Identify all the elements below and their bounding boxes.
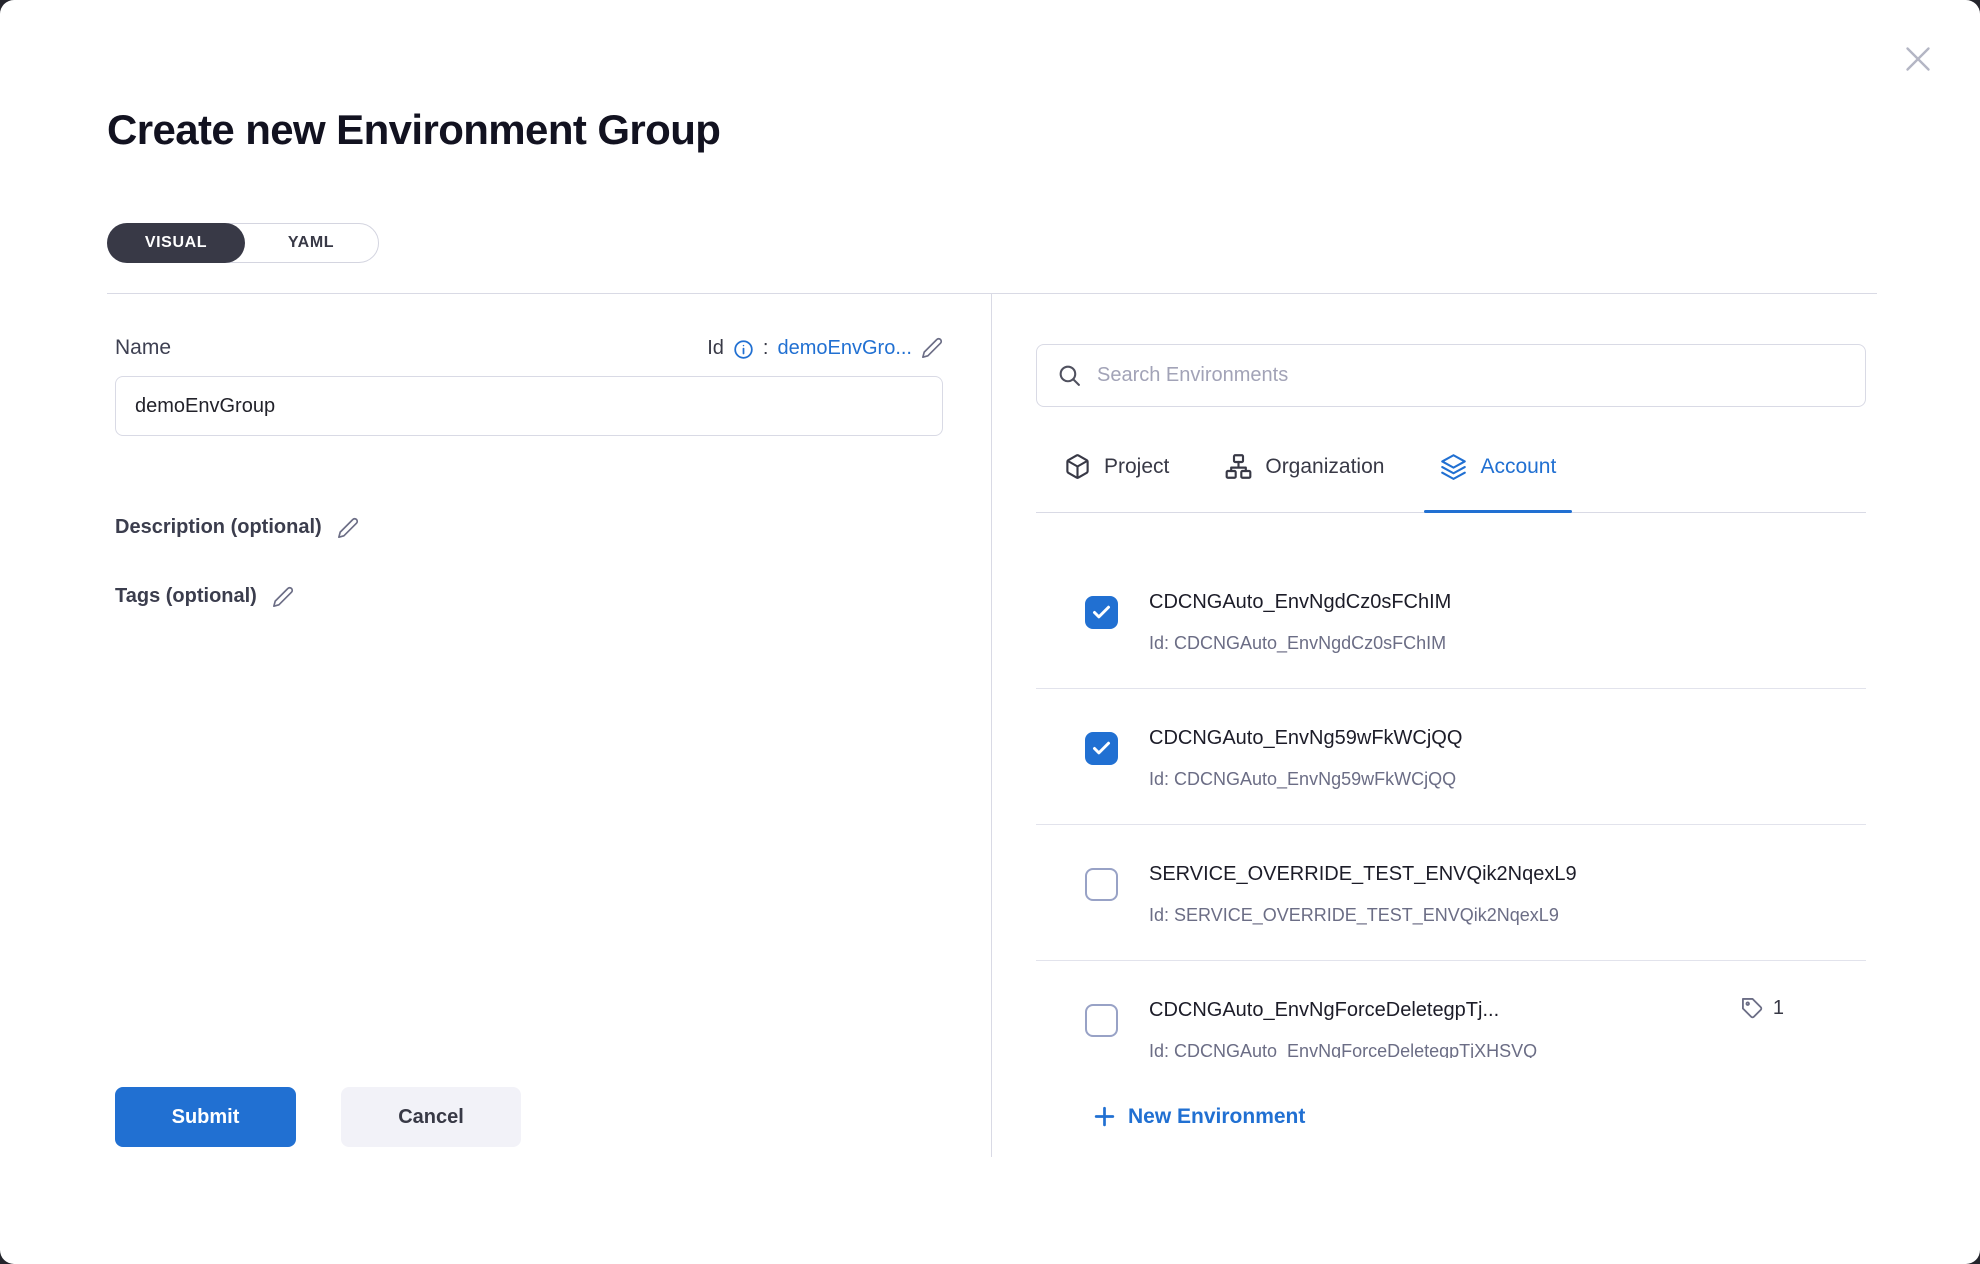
tab-yaml[interactable]: YAML	[244, 224, 378, 262]
entity-id-row: Id : demoEnvGro...	[707, 337, 943, 360]
list-item[interactable]: CDCNGAuto_EnvNgdCz0sFChIM Id: CDCNGAuto_…	[1036, 553, 1866, 689]
tag-count: 1	[1773, 997, 1784, 1020]
list-item[interactable]: CDCNGAuto_EnvNgForceDeletegpTj... Id: CD…	[1036, 961, 1866, 1058]
environment-list: CDCNGAuto_EnvNgdCz0sFChIM Id: CDCNGAuto_…	[1036, 513, 1866, 1058]
environment-name: CDCNGAuto_EnvNgForceDeletegpTj...	[1149, 999, 1537, 1022]
tag-icon	[1741, 997, 1764, 1020]
cancel-button[interactable]: Cancel	[341, 1087, 521, 1147]
tab-project-label: Project	[1104, 455, 1169, 479]
entity-id-value[interactable]: demoEnvGro...	[777, 337, 912, 360]
id-separator: :	[763, 337, 769, 360]
name-label: Name	[115, 336, 171, 360]
search-icon	[1057, 363, 1082, 388]
environment-name: SERVICE_OVERRIDE_TEST_ENVQik2NqexL9	[1149, 863, 1577, 886]
environment-search	[1036, 344, 1866, 407]
name-id-row: Name Id : demoEnvGro...	[115, 336, 943, 360]
environment-id: Id: SERVICE_OVERRIDE_TEST_ENVQik2NqexL9	[1149, 905, 1577, 926]
new-environment-label: New Environment	[1128, 1105, 1305, 1129]
list-item[interactable]: SERVICE_OVERRIDE_TEST_ENVQik2NqexL9 Id: …	[1036, 825, 1866, 961]
edit-id-icon[interactable]	[921, 337, 943, 359]
column-divider	[991, 293, 992, 1157]
name-input[interactable]	[115, 376, 943, 436]
environment-checkbox[interactable]	[1085, 596, 1118, 629]
check-icon	[1091, 738, 1112, 759]
tab-organization-label: Organization	[1265, 455, 1384, 479]
id-label: Id	[707, 337, 724, 360]
list-item[interactable]: CDCNGAuto_EnvNg59wFkWCjQQ Id: CDCNGAuto_…	[1036, 689, 1866, 825]
tags-label: Tags (optional)	[115, 585, 257, 608]
cube-icon	[1064, 453, 1091, 480]
form-actions: Submit Cancel	[115, 1087, 521, 1147]
check-icon	[1091, 602, 1112, 623]
tab-organization[interactable]: Organization	[1225, 407, 1384, 512]
environment-checkbox[interactable]	[1085, 732, 1118, 765]
scope-tabs: Project Organization Account	[1036, 407, 1866, 513]
plus-icon	[1092, 1104, 1117, 1129]
close-icon[interactable]	[1898, 40, 1938, 80]
new-environment-button[interactable]: New Environment	[1092, 1104, 1305, 1129]
description-row: Description (optional)	[115, 516, 943, 539]
header-divider	[107, 293, 1877, 294]
environment-id: Id: CDCNGAuto_EnvNgdCz0sFChIM	[1149, 633, 1451, 654]
environment-name: CDCNGAuto_EnvNg59wFkWCjQQ	[1149, 727, 1462, 750]
layers-icon	[1440, 453, 1467, 480]
page-title: Create new Environment Group	[107, 106, 720, 154]
search-input[interactable]	[1097, 364, 1845, 387]
environment-id: Id: CDCNGAuto_EnvNgForceDeletegpTjXHSVQ	[1149, 1041, 1537, 1058]
tags-row: Tags (optional)	[115, 585, 943, 608]
description-label: Description (optional)	[115, 516, 322, 539]
environment-checkbox[interactable]	[1085, 1004, 1118, 1037]
tab-project[interactable]: Project	[1064, 407, 1169, 512]
tab-account[interactable]: Account	[1440, 407, 1556, 512]
environment-id: Id: CDCNGAuto_EnvNg59wFkWCjQQ	[1149, 769, 1462, 790]
create-environment-group-modal: Create new Environment Group VISUAL YAML…	[0, 0, 1980, 1264]
org-hierarchy-icon	[1225, 453, 1252, 480]
tab-account-label: Account	[1480, 455, 1556, 479]
tab-visual[interactable]: VISUAL	[107, 223, 245, 263]
form-column: Name Id : demoEnvGro... Description (opt…	[115, 336, 943, 608]
info-icon[interactable]	[733, 339, 754, 360]
submit-button[interactable]: Submit	[115, 1087, 296, 1147]
environment-name: CDCNGAuto_EnvNgdCz0sFChIM	[1149, 591, 1451, 614]
edit-description-icon[interactable]	[337, 517, 359, 539]
tag-badge: 1	[1741, 997, 1784, 1020]
visual-yaml-toggle: VISUAL YAML	[107, 223, 379, 263]
environments-panel: Project Organization Account CDCNGAuto_E…	[1036, 344, 1866, 1058]
edit-tags-icon[interactable]	[272, 586, 294, 608]
environment-checkbox[interactable]	[1085, 868, 1118, 901]
